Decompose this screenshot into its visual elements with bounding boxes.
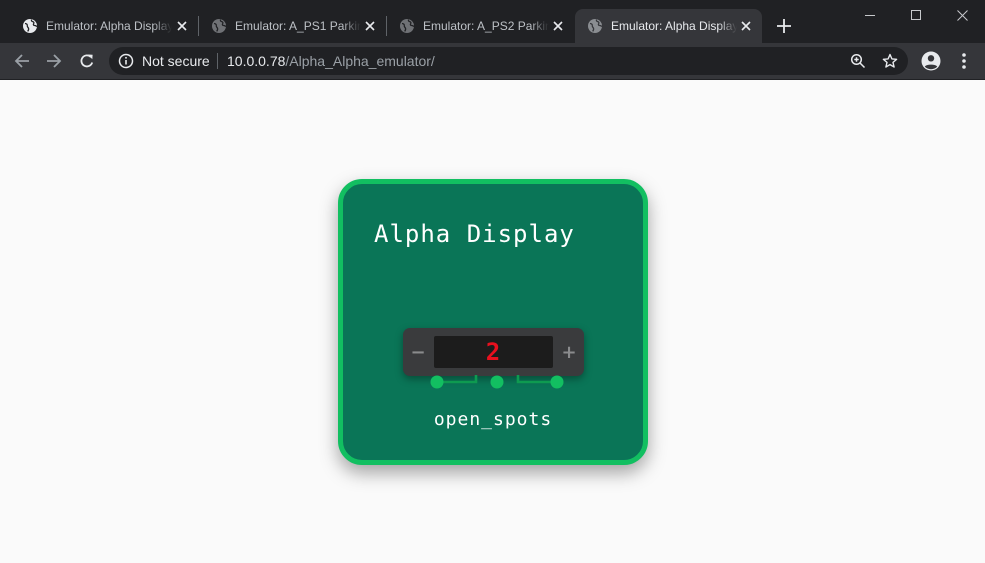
connector-pin-left <box>430 375 444 389</box>
emulator-title: Alpha Display <box>374 220 575 248</box>
zoom-icon[interactable] <box>850 53 866 69</box>
emulator-card: Alpha Display − 2 + open_spots <box>338 179 648 465</box>
forward-button[interactable] <box>42 49 66 73</box>
address-bar[interactable]: Not secure 10.0.0.78/Alpha_Alpha_emulato… <box>109 47 908 75</box>
url-host: 10.0.0.78 <box>227 53 286 69</box>
close-icon[interactable] <box>550 18 566 34</box>
page-content: Alpha Display − 2 + open_spots <box>0 81 985 563</box>
variable-name-label: open_spots <box>433 409 553 430</box>
tab-title: Emulator: Alpha Display <box>611 19 737 33</box>
menu-button[interactable] <box>952 49 976 73</box>
tab-strip: Emulator: Alpha Display Emulator: A_PS1 … <box>0 0 985 43</box>
maximize-icon <box>911 10 921 20</box>
connector-pins <box>430 375 564 389</box>
globe-icon <box>22 18 38 34</box>
reload-icon <box>80 54 94 68</box>
globe-icon <box>211 18 227 34</box>
connector-pin-right <box>550 375 564 389</box>
browser-toolbar: Not secure 10.0.0.78/Alpha_Alpha_emulato… <box>0 43 985 80</box>
new-tab-button[interactable] <box>774 16 794 36</box>
back-button[interactable] <box>10 49 34 73</box>
url-path: /Alpha_Alpha_emulator/ <box>285 53 435 69</box>
close-icon[interactable] <box>738 18 754 34</box>
tab-emulator-a-ps1-parking[interactable]: Emulator: A_PS1 Parking <box>199 9 386 43</box>
globe-icon <box>399 18 415 34</box>
tab-title: Emulator: A_PS2 Parking <box>423 19 549 33</box>
tab-title: Emulator: A_PS1 Parking <box>235 19 361 33</box>
reload-button[interactable] <box>75 49 99 73</box>
account-icon <box>921 51 941 71</box>
close-icon <box>956 9 968 21</box>
value-display: 2 <box>434 336 553 368</box>
tab-title: Emulator: Alpha Display <box>46 19 172 33</box>
security-label[interactable]: Not secure <box>142 47 210 75</box>
close-icon[interactable] <box>174 18 190 34</box>
arrow-left-icon <box>14 54 29 68</box>
minimize-icon <box>865 15 875 16</box>
value-stepper: − 2 + <box>403 328 584 376</box>
globe-icon <box>587 18 603 34</box>
close-icon[interactable] <box>362 18 378 34</box>
arrow-right-icon <box>47 54 62 68</box>
connector-pin-center <box>490 375 504 389</box>
decrement-button[interactable]: − <box>405 337 431 367</box>
more-vert-icon <box>962 53 966 69</box>
info-icon[interactable] <box>118 53 134 69</box>
profile-button[interactable] <box>919 49 943 73</box>
close-window-button[interactable] <box>939 0 985 30</box>
tab-emulator-a-ps2-parking[interactable]: Emulator: A_PS2 Parking <box>387 9 574 43</box>
increment-button[interactable]: + <box>556 337 582 367</box>
star-icon[interactable] <box>882 53 898 69</box>
tab-emulator-alpha-display-active[interactable]: Emulator: Alpha Display <box>575 9 762 43</box>
url-text[interactable]: 10.0.0.78/Alpha_Alpha_emulator/ <box>227 47 435 75</box>
plus-icon <box>777 19 791 33</box>
minimize-button[interactable] <box>847 0 893 30</box>
tab-emulator-alpha-display-1[interactable]: Emulator: Alpha Display <box>10 9 198 43</box>
address-divider <box>217 53 218 69</box>
maximize-button[interactable] <box>893 0 939 30</box>
